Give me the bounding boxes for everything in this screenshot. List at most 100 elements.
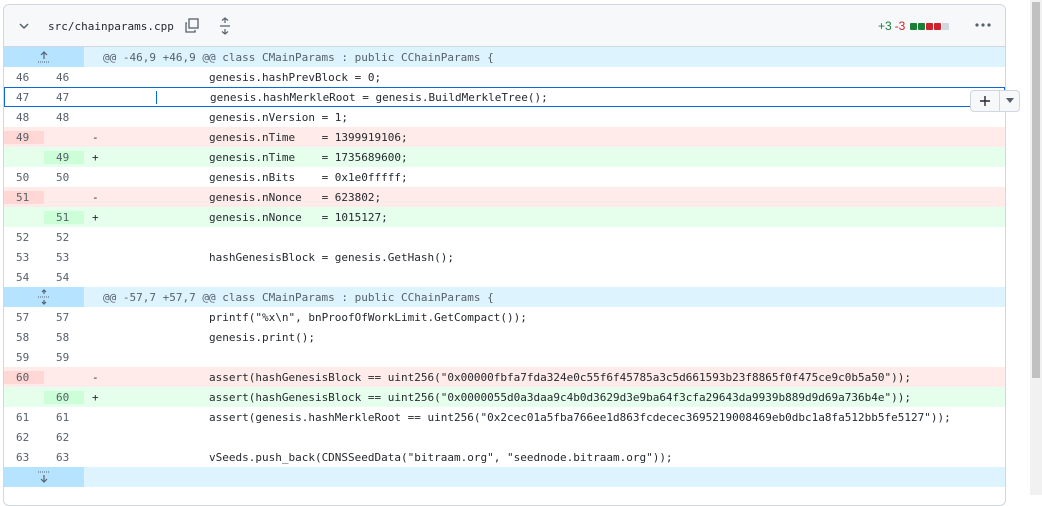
new-line-number[interactable]: 52 bbox=[44, 231, 84, 244]
scrollbar-thumb[interactable] bbox=[1032, 2, 1040, 378]
diff-sign: - bbox=[92, 370, 99, 384]
diff-line[interactable]: 48 48 genesis.nVersion = 1; bbox=[4, 107, 1005, 127]
stat-block-del bbox=[926, 22, 934, 30]
old-line-number[interactable]: 61 bbox=[4, 411, 44, 424]
fold-up-icon[interactable] bbox=[4, 47, 84, 67]
hunk-header: @@ -46,9 +46,9 @@ class CMainParams : pu… bbox=[4, 47, 1005, 67]
diff-line[interactable]: 62 62 bbox=[4, 427, 1005, 447]
diff-line-selected[interactable]: 47 47 genesis.hashMerkleRoot = genesis.Bu… bbox=[4, 87, 1005, 107]
old-line-number[interactable]: 57 bbox=[4, 311, 44, 324]
code-line: genesis.hashMerkleRoot = genesis.BuildMe… bbox=[156, 90, 1005, 104]
diff-file: src/chainparams.cpp +3 -3 @@ -46,9 +46,9… bbox=[3, 4, 1006, 506]
unfold-icon[interactable] bbox=[4, 287, 84, 307]
new-line-number[interactable]: 47 bbox=[44, 91, 84, 104]
stat-block-add bbox=[918, 22, 926, 30]
diff-line[interactable]: 53 53 hashGenesisBlock = genesis.GetHash(… bbox=[4, 247, 1005, 267]
code-line: assert(genesis.hashMerkleRoot == uint256… bbox=[156, 410, 951, 424]
diff-line[interactable]: 50 50 genesis.nBits = 0x1e0fffff; bbox=[4, 167, 1005, 187]
diff-stats: +3 -3 bbox=[878, 19, 950, 33]
diff-lines: @@ -46,9 +46,9 @@ class CMainParams : pu… bbox=[4, 47, 1005, 487]
additions-count: +3 bbox=[878, 19, 892, 33]
code-line: printf("%x\n", bnProofOfWorkLimit.GetCom… bbox=[156, 310, 527, 324]
new-line-number[interactable]: 49 bbox=[44, 150, 84, 164]
diff-sign: - bbox=[92, 190, 99, 204]
added-line[interactable]: 60 + assert(hashGenesisBlock == uint256("… bbox=[4, 387, 1005, 407]
diff-line[interactable]: 54 54 bbox=[4, 267, 1005, 287]
diff-line[interactable]: 58 58 genesis.print(); bbox=[4, 327, 1005, 347]
code-line: genesis.nTime = 1399919106; bbox=[156, 130, 408, 144]
old-line-number[interactable]: 58 bbox=[4, 331, 44, 344]
file-name[interactable]: src/chainparams.cpp bbox=[48, 20, 174, 33]
scrollbar[interactable] bbox=[1030, 0, 1042, 495]
new-line-number[interactable]: 57 bbox=[44, 311, 84, 324]
diff-sign: + bbox=[92, 150, 99, 164]
diff-line[interactable]: 57 57 printf("%x\n", bnProofOfWorkLimit.G… bbox=[4, 307, 1005, 327]
expand-down-row bbox=[4, 467, 1005, 487]
new-line-number[interactable]: 46 bbox=[44, 71, 84, 84]
new-line-number[interactable]: 62 bbox=[44, 431, 84, 444]
old-line-number[interactable]: 49 bbox=[4, 130, 44, 144]
stat-block-neutral bbox=[942, 22, 950, 30]
old-line-number[interactable]: 62 bbox=[4, 431, 44, 444]
diff-sign: - bbox=[92, 130, 99, 144]
new-line-number[interactable]: 54 bbox=[44, 271, 84, 284]
new-line-number[interactable]: 61 bbox=[44, 411, 84, 424]
diff-line[interactable]: 46 46 genesis.hashPrevBlock = 0; bbox=[4, 67, 1005, 87]
code-line: genesis.nNonce = 623802; bbox=[156, 190, 382, 204]
code-line: assert(hashGenesisBlock == uint256("0x00… bbox=[156, 370, 911, 384]
old-line-number[interactable]: 50 bbox=[4, 171, 44, 184]
old-line-number[interactable]: 46 bbox=[4, 71, 44, 84]
diff-line[interactable]: 59 59 bbox=[4, 347, 1005, 367]
deleted-line[interactable]: 49 - genesis.nTime = 1399919106; bbox=[4, 127, 1005, 147]
new-line-number[interactable]: 50 bbox=[44, 171, 84, 184]
code-line: genesis.nVersion = 1; bbox=[156, 110, 349, 124]
new-line-number[interactable]: 59 bbox=[44, 351, 84, 364]
code-line: genesis.nNonce = 1015127; bbox=[156, 210, 388, 224]
old-line-number[interactable]: 47 bbox=[4, 91, 44, 104]
old-line-number[interactable]: 59 bbox=[4, 351, 44, 364]
new-line-number[interactable]: 60 bbox=[44, 390, 84, 404]
diff-line[interactable]: 52 52 bbox=[4, 227, 1005, 247]
stat-block-add bbox=[910, 22, 918, 30]
deleted-line[interactable]: 60 - assert(hashGenesisBlock == uint256("… bbox=[4, 367, 1005, 387]
code-line: vSeeds.push_back(CDNSSeedData("bitraam.o… bbox=[156, 450, 673, 464]
stat-block-del bbox=[934, 22, 942, 30]
copy-icon[interactable] bbox=[184, 18, 200, 34]
added-line[interactable]: 51 + genesis.nNonce = 1015127; bbox=[4, 207, 1005, 227]
kebab-horizontal-icon[interactable] bbox=[972, 16, 994, 34]
diff-sign: + bbox=[92, 210, 99, 224]
old-line-number[interactable]: 63 bbox=[4, 451, 44, 464]
plus-icon[interactable] bbox=[971, 91, 1000, 111]
code-line: genesis.nTime = 1735689600; bbox=[156, 150, 408, 164]
chevron-down-icon[interactable] bbox=[17, 19, 31, 33]
new-line-number[interactable]: 53 bbox=[44, 251, 84, 264]
fold-down-icon[interactable] bbox=[4, 467, 84, 487]
old-line-number[interactable]: 48 bbox=[4, 111, 44, 124]
old-line-number[interactable]: 51 bbox=[4, 190, 44, 204]
hunk-header: @@ -57,7 +57,7 @@ class CMainParams : pu… bbox=[4, 287, 1005, 307]
diff-sign: + bbox=[92, 390, 99, 404]
new-line-number[interactable]: 63 bbox=[44, 451, 84, 464]
deleted-line[interactable]: 51 - genesis.nNonce = 623802; bbox=[4, 187, 1005, 207]
code-line: assert(hashGenesisBlock == uint256("0x00… bbox=[156, 390, 911, 404]
add-comment-button-group bbox=[970, 90, 1020, 112]
code-line: hashGenesisBlock = genesis.GetHash(); bbox=[156, 250, 455, 264]
code-line: genesis.hashPrevBlock = 0; bbox=[156, 70, 382, 84]
new-line-number[interactable]: 48 bbox=[44, 111, 84, 124]
diff-line[interactable]: 61 61 assert(genesis.hashMerkleRoot == ui… bbox=[4, 407, 1005, 427]
new-line-number[interactable]: 51 bbox=[44, 210, 84, 224]
hunk-text: @@ -57,7 +57,7 @@ class CMainParams : pu… bbox=[103, 290, 494, 304]
unfold-icon[interactable] bbox=[217, 17, 233, 35]
new-line-number[interactable]: 58 bbox=[44, 331, 84, 344]
hunk-text: @@ -46,9 +46,9 @@ class CMainParams : pu… bbox=[103, 50, 494, 64]
diff-line[interactable]: 63 63 vSeeds.push_back(CDNSSeedData("bitr… bbox=[4, 447, 1005, 467]
file-header: src/chainparams.cpp +3 -3 bbox=[4, 5, 1005, 47]
old-line-number[interactable]: 60 bbox=[4, 370, 44, 384]
code-line: genesis.nBits = 0x1e0fffff; bbox=[156, 170, 408, 184]
code-line: genesis.print(); bbox=[156, 330, 315, 344]
old-line-number[interactable]: 52 bbox=[4, 231, 44, 244]
old-line-number[interactable]: 53 bbox=[4, 251, 44, 264]
triangle-down-icon[interactable] bbox=[1000, 91, 1019, 111]
added-line[interactable]: 49 + genesis.nTime = 1735689600; bbox=[4, 147, 1005, 167]
old-line-number[interactable]: 54 bbox=[4, 271, 44, 284]
